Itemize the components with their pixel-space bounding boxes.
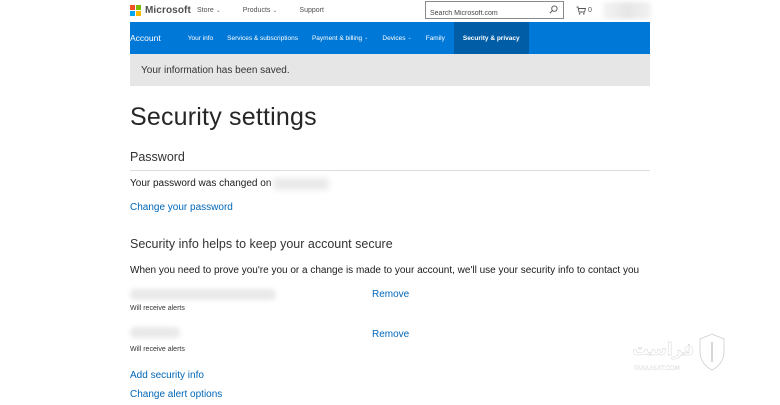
account-nav-payment[interactable]: Payment & billing ⌄ — [305, 22, 375, 54]
password-changed-text: Your password was changed on — [130, 178, 272, 189]
remove-security-info-button[interactable]: Remove — [372, 289, 409, 300]
change-password-link[interactable]: Change your password — [130, 202, 233, 213]
cart-button[interactable]: 0 — [576, 6, 592, 15]
saved-notice-text: Your information has been saved. — [141, 64, 290, 76]
account-nav-devices[interactable]: Devices ⌄ — [375, 22, 418, 54]
top-nav: Store ⌄ Products ⌄ Support — [197, 7, 346, 14]
change-alert-options-link[interactable]: Change alert options — [130, 389, 222, 400]
account-nav-brand[interactable]: Account — [130, 22, 169, 54]
account-nav-label: Security & privacy — [462, 34, 520, 42]
logo-text: Microsoft — [145, 5, 191, 16]
cart-count: 0 — [588, 7, 592, 14]
account-nav-label: Devices — [382, 34, 406, 42]
account-nav-family[interactable]: Family — [419, 22, 452, 54]
chevron-down-icon: ⌄ — [272, 8, 278, 14]
account-nav-label: Your info — [187, 34, 214, 42]
account-nav-your-info[interactable]: Your info — [181, 22, 220, 54]
faraasat-watermark: فراست FARAASAT.COM — [632, 333, 725, 372]
remove-security-info-button[interactable]: Remove — [372, 329, 409, 340]
account-avatar[interactable] — [603, 2, 651, 19]
watermark-text: فراست — [632, 340, 694, 360]
security-info-status: Will receive alerts — [130, 346, 185, 353]
security-info-description: When you need to prove you're you or a c… — [130, 265, 640, 276]
password-changed-date-redacted — [273, 178, 329, 190]
account-nav: Account Your info Services & subscriptio… — [130, 22, 650, 54]
top-nav-label: Store — [197, 7, 214, 14]
password-heading: Password — [130, 150, 185, 164]
account-nav-label: Family — [425, 34, 445, 42]
security-info-status: Will receive alerts — [130, 305, 185, 312]
cart-icon — [576, 6, 586, 15]
microsoft-logo-icon — [130, 5, 141, 16]
search-input[interactable] — [426, 5, 544, 22]
chevron-down-icon: ⌄ — [215, 8, 221, 14]
account-nav-label: Payment & billing — [311, 34, 363, 42]
chevron-down-icon: ⌄ — [407, 35, 412, 41]
search-box — [425, 1, 564, 22]
top-nav-label: Products — [242, 7, 271, 14]
page-title: Security settings — [130, 103, 317, 131]
chevron-down-icon: ⌄ — [364, 35, 369, 41]
top-header: Microsoft Store⌄ Products⌄ Support 0 — [0, 0, 780, 22]
account-nav-security-privacy[interactable]: Security & privacy — [453, 22, 529, 54]
add-security-info-link[interactable]: Add security info — [130, 370, 204, 381]
password-divider — [130, 170, 650, 171]
top-nav-label: Support — [299, 7, 324, 14]
security-info-heading: Security info helps to keep your account… — [130, 237, 393, 251]
microsoft-logo[interactable]: Microsoft — [130, 5, 191, 16]
top-nav-products[interactable]: Products ⌄ — [243, 7, 278, 14]
watermark-subtext: FARAASAT.COM — [634, 365, 680, 372]
security-info-value-redacted — [130, 327, 180, 338]
security-info-value-redacted — [130, 289, 276, 300]
top-nav-support[interactable]: Support — [299, 7, 324, 14]
account-nav-label: Services & subscriptions — [227, 34, 298, 42]
top-nav-store[interactable]: Store ⌄ — [197, 7, 221, 14]
search-icon[interactable] — [549, 5, 558, 14]
saved-notice: Your information has been saved. — [130, 54, 650, 86]
account-nav-services[interactable]: Services & subscriptions — [220, 22, 305, 54]
